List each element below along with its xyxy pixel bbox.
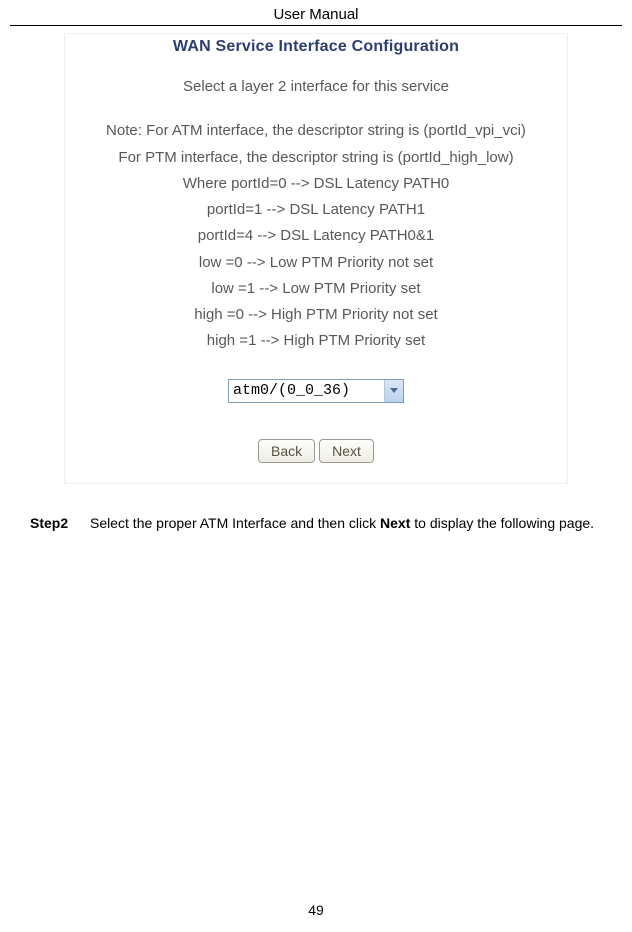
- note-line: low =1 --> Low PTM Priority set: [65, 276, 567, 302]
- step-text-bold: Next: [380, 515, 410, 531]
- step-block: Step2 Select the proper ATM Interface an…: [30, 512, 602, 536]
- note-line: portId=1 --> DSL Latency PATH1: [65, 197, 567, 223]
- note-line: high =1 --> High PTM Priority set: [65, 328, 567, 354]
- note-line: portId=4 --> DSL Latency PATH0&1: [65, 223, 567, 249]
- figure-subtitle: Select a layer 2 interface for this serv…: [65, 74, 567, 100]
- step-text-prefix: Select the proper ATM Interface and then…: [90, 515, 380, 531]
- interface-select[interactable]: atm0/(0_0_36): [228, 379, 404, 403]
- note-line: For PTM interface, the descriptor string…: [65, 145, 567, 171]
- chevron-down-icon[interactable]: [384, 380, 403, 402]
- configuration-figure: WAN Service Interface Configuration Sele…: [64, 33, 568, 484]
- page-header-title: User Manual: [273, 6, 358, 23]
- interface-select-wrap: atm0/(0_0_36): [228, 379, 404, 403]
- next-button[interactable]: Next: [319, 439, 374, 463]
- figure-button-row: Back Next: [65, 439, 567, 463]
- note-line: low =0 --> Low PTM Priority not set: [65, 250, 567, 276]
- note-line: high =0 --> High PTM Priority not set: [65, 302, 567, 328]
- step-text: Select the proper ATM Interface and then…: [90, 512, 602, 536]
- figure-note-block: Select a layer 2 interface for this serv…: [65, 74, 567, 355]
- note-line: Note: For ATM interface, the descriptor …: [65, 118, 567, 144]
- back-button[interactable]: Back: [258, 439, 315, 463]
- page-number: 49: [0, 902, 632, 918]
- page-header: User Manual: [10, 0, 622, 26]
- note-line: Where portId=0 --> DSL Latency PATH0: [65, 171, 567, 197]
- interface-select-value: atm0/(0_0_36): [233, 382, 350, 399]
- figure-title: WAN Service Interface Configuration: [65, 34, 567, 74]
- step-label: Step2: [30, 512, 90, 536]
- step-text-suffix: to display the following page.: [410, 515, 594, 531]
